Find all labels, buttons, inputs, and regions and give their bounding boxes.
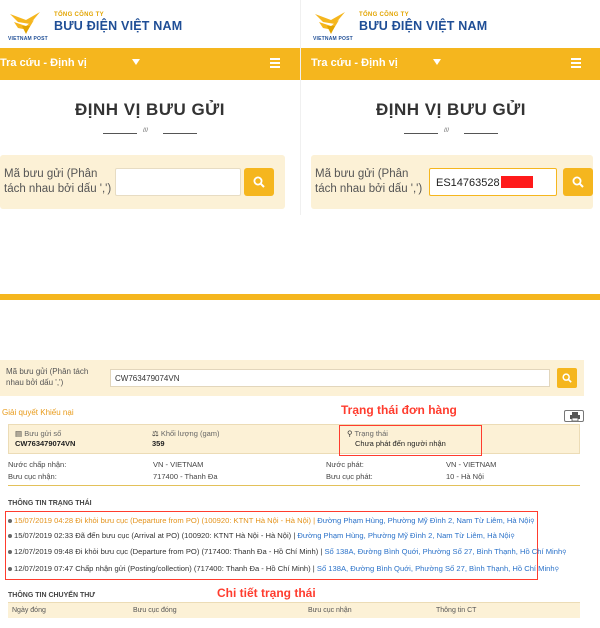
search-form: Mã bưu gửi (Phân tách nhau bởi dấu ',') — [0, 155, 285, 209]
search-icon — [572, 176, 584, 188]
search-label: Mã bưu gửi (Phân tách nhau bởi dấu ',') — [4, 168, 112, 195]
tracking-code: CW763479074VN — [15, 439, 76, 448]
tracking-code-input[interactable]: CW763479074VN — [110, 369, 550, 387]
caret-down-icon[interactable] — [433, 59, 441, 65]
printer-icon — [570, 412, 580, 421]
page-title: ĐỊNH VỊ BƯU GỬI — [75, 100, 225, 119]
map-pin-icon: ⚲ — [562, 550, 567, 556]
status-event: 15/07/2019 02:33 Đã đến bưu cục (Arrival… — [8, 530, 538, 544]
brand-header[interactable]: VIETNAM POST TỔNG CÔNG TY BƯU ĐIỆN VIỆT … — [313, 10, 488, 42]
search-icon — [562, 373, 572, 383]
event-location-link[interactable]: Số 138A, Đường Bình Quới, Phường Số 27, … — [324, 547, 562, 556]
logo-subtitle: VIETNAM POST — [313, 36, 353, 42]
page-title: ĐỊNH VỊ BƯU GỬI — [376, 100, 526, 119]
logo-subtitle: VIETNAM POST — [8, 36, 48, 42]
complaint-link[interactable]: Giải quyết Khiếu nại — [2, 408, 74, 417]
section-separator — [0, 294, 600, 300]
column-header: Thông tin CT — [436, 607, 477, 614]
column-header: Ngày đóng — [12, 607, 46, 614]
tracking-code-input[interactable] — [115, 168, 241, 196]
status-section-title: THÔNG TIN TRẠNG THÁI — [8, 500, 92, 507]
search-button[interactable] — [244, 168, 274, 196]
package-icon: ▤ — [15, 429, 23, 438]
status-event: 12/07/2019 09:48 Đi khỏi bưu cục (Depart… — [8, 546, 567, 560]
search-panel-filled: VIETNAM POST TỔNG CÔNG TY BƯU ĐIỆN VIỆT … — [300, 0, 600, 215]
annotation-status-detail: Chi tiết trạng thái — [217, 586, 316, 600]
event-location-link[interactable]: Đường Phạm Hùng, Phường Mỹ Đình 2, Nam T… — [297, 531, 510, 540]
tracking-code-input[interactable]: ES14763528 — [429, 168, 557, 196]
brand-small-text: TỔNG CÔNG TY — [54, 12, 104, 18]
weight-value: 359 — [152, 439, 165, 448]
search-panel-empty: VIETNAM POST TỔNG CÔNG TY BƯU ĐIỆN VIỆT … — [0, 0, 300, 215]
search-button[interactable] — [563, 168, 593, 196]
nav-bar: Tra cứu - Định vị — [0, 48, 300, 80]
map-pin-icon: ⚲ — [554, 567, 560, 573]
nav-bar: Tra cứu - Định vị — [301, 48, 600, 80]
hamburger-menu-icon[interactable] — [270, 58, 280, 68]
search-form: Mã bưu gửi (Phân tách nhau bởi dấu ',') E… — [311, 155, 593, 209]
column-header: Bưu cục đóng — [133, 607, 177, 614]
search-icon — [253, 176, 265, 188]
map-pin-icon: ⚲ — [530, 519, 535, 525]
event-location-link[interactable]: Đường Phạm Hùng, Phường Mỹ Đình 2, Nam T… — [317, 516, 530, 525]
brand-small-text: TỔNG CÔNG TY — [359, 12, 409, 18]
brand-header[interactable]: VIETNAM POST TỔNG CÔNG TY BƯU ĐIỆN VIỆT … — [8, 10, 183, 42]
brand-title: BƯU ĐIỆN VIỆT NAM — [359, 19, 488, 33]
divider — [8, 485, 580, 486]
hamburger-menu-icon[interactable] — [571, 58, 581, 68]
title-divider: /// — [404, 128, 498, 138]
search-label: Mã bưu gửi (Phân tách nhau bởi dấu ',') — [6, 367, 89, 387]
transfer-table-header: Ngày đóng Bưu cục đóng Bưu cục nhận Thôn… — [8, 602, 580, 618]
redaction-mark — [500, 176, 533, 188]
status-event: 15/07/2019 04:28 Đi khỏi bưu cục (Depart… — [8, 515, 538, 529]
nav-dropdown-label[interactable]: Tra cứu - Định vị — [311, 57, 398, 69]
print-button[interactable] — [564, 410, 584, 422]
transfer-section-title: THÔNG TIN CHUYẾN THƯ — [8, 592, 96, 599]
scale-icon: ⚖ — [152, 429, 159, 438]
status-event: 12/07/2019 07:47 Chấp nhận gửi (Posting/… — [8, 563, 559, 577]
map-pin-icon: ⚲ — [510, 534, 515, 540]
event-location-link[interactable]: Số 138A, Đường Bình Quới, Phường Số 27, … — [317, 564, 555, 573]
column-header: Bưu cục nhận — [308, 607, 352, 614]
annotation-order-status: Trạng thái đơn hàng — [341, 403, 457, 417]
tracking-search-form: Mã bưu gửi (Phân tách nhau bởi dấu ',') … — [0, 360, 584, 396]
vietnam-post-logo-icon: VIETNAM POST — [8, 10, 48, 42]
nav-dropdown-label[interactable]: Tra cứu - Định vị — [0, 57, 87, 69]
brand-title: BƯU ĐIỆN VIỆT NAM — [54, 19, 183, 33]
vietnam-post-logo-icon: VIETNAM POST — [313, 10, 353, 42]
search-button[interactable] — [557, 368, 577, 388]
title-divider: /// — [103, 128, 197, 138]
status-highlight-frame — [339, 425, 482, 456]
caret-down-icon[interactable] — [132, 59, 140, 65]
search-label: Mã bưu gửi (Phân tách nhau bởi dấu ',') — [315, 168, 423, 195]
shipment-summary: ▤ Bưu gửi số CW763479074VN ⚖ Khối lượng … — [8, 424, 580, 454]
